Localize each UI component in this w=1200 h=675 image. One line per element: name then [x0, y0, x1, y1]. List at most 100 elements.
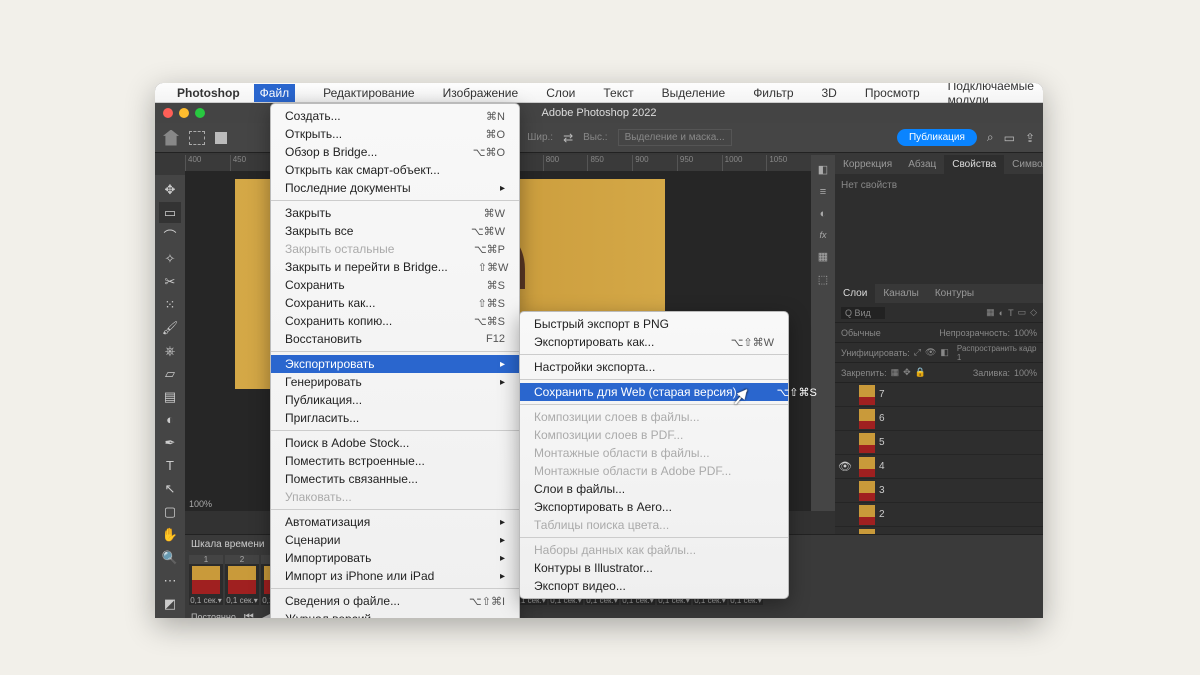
visibility-icon[interactable]: 👁 — [835, 460, 855, 473]
zoom-tool[interactable]: 🔍 — [159, 547, 181, 568]
history-icon[interactable]: ≡ — [820, 186, 826, 198]
layer-row[interactable]: 👁 4 — [835, 455, 1043, 479]
tab-Коррекция[interactable]: Коррекция — [835, 155, 900, 174]
dodge-tool[interactable]: ◐ — [159, 409, 181, 430]
color-swatch[interactable]: ◩ — [159, 593, 181, 614]
marquee-icon[interactable] — [189, 131, 205, 145]
filter-shape-icon[interactable]: ▭ — [1018, 307, 1027, 318]
menu-item[interactable]: Импортировать — [271, 549, 519, 567]
layer-row[interactable]: 2 — [835, 503, 1043, 527]
blend-mode[interactable]: Обычные — [841, 328, 881, 338]
eraser-tool[interactable]: ▱ — [159, 363, 181, 384]
menu-item[interactable]: Последние документы — [271, 179, 519, 197]
eyedropper-tool[interactable]: ⁙ — [159, 294, 181, 315]
menu-Фильтр[interactable]: Фильтр — [753, 86, 793, 100]
layer-row[interactable]: 3 — [835, 479, 1043, 503]
unify-vis-icon[interactable]: 👁 — [925, 347, 936, 358]
tab-Свойства[interactable]: Свойства — [944, 155, 1004, 174]
layer-row[interactable]: 7 — [835, 383, 1043, 407]
search-icon[interactable]: ⌕ — [987, 130, 994, 145]
menu-item[interactable]: Контуры в Illustrator... — [520, 559, 788, 577]
propagate-frame[interactable]: Распространить кадр 1 — [957, 344, 1037, 362]
lock-all-icon[interactable]: 🔒 — [915, 367, 926, 378]
close-window[interactable] — [163, 108, 173, 118]
crop-tool[interactable]: ✂ — [159, 271, 181, 292]
stamp-tool[interactable]: ⎈ — [159, 340, 181, 361]
menu-3D[interactable]: 3D — [822, 86, 837, 100]
menu-item[interactable]: Обзор в Bridge...⌥⌘O — [271, 143, 519, 161]
filter-smart-icon[interactable]: ◇ — [1030, 307, 1037, 318]
hand-tool[interactable]: ✋ — [159, 524, 181, 545]
mac-menubar[interactable]: Photoshop Файл Редактирование Изображение С… — [155, 83, 1043, 103]
tab-Слои[interactable]: Слои — [835, 284, 875, 303]
app-name[interactable]: Photoshop — [177, 86, 240, 100]
menu-item[interactable]: Сохранить копию...⌥⌘S — [271, 312, 519, 330]
wand-tool[interactable]: ✧ — [159, 248, 181, 269]
menu-item[interactable]: Открыть как смарт-объект... — [271, 161, 519, 179]
menu-item[interactable]: Импорт из iPhone или iPad — [271, 567, 519, 585]
lasso-tool[interactable]: ⌒ — [159, 225, 181, 246]
brush-tool[interactable]: 🖌 — [159, 317, 181, 338]
menu-item[interactable]: Автоматизация — [271, 513, 519, 531]
adjustments-icon[interactable]: ◐ — [820, 208, 827, 220]
lock-position-icon[interactable]: ✥ — [903, 367, 911, 378]
menu-item[interactable]: Журнал версий — [271, 610, 519, 618]
zoom-window[interactable] — [195, 108, 205, 118]
menu-item[interactable]: Экспорт видео... — [520, 577, 788, 595]
frame-1[interactable]: 10,1 сек.▾ — [189, 555, 223, 605]
minimize-window[interactable] — [179, 108, 189, 118]
menu-Редактирование[interactable]: Редактирование — [323, 86, 414, 100]
menu-Изображение[interactable]: Изображение — [443, 86, 519, 100]
frame-2[interactable]: 20,1 сек.▾ — [225, 555, 259, 605]
gradient-tool[interactable]: ▤ — [159, 386, 181, 407]
menu-item[interactable]: Экспортировать как...⌥⇧⌘W — [520, 333, 788, 351]
workspace-icon[interactable]: ▭ — [1004, 131, 1015, 145]
more-tools[interactable]: ⋯ — [159, 570, 181, 591]
shape-tool[interactable]: ▢ — [159, 501, 181, 522]
menu-Слои[interactable]: Слои — [546, 86, 575, 100]
styles-icon[interactable]: ⬚ — [818, 273, 828, 286]
filter-type-icon[interactable]: T — [1008, 308, 1014, 318]
menu-item[interactable]: Генерировать — [271, 373, 519, 391]
menu-Текст[interactable]: Текст — [603, 86, 633, 100]
menu-Просмотр[interactable]: Просмотр — [865, 86, 920, 100]
path-tool[interactable]: ↖ — [159, 478, 181, 499]
color-icon[interactable]: ◧ — [818, 163, 828, 176]
fx-icon[interactable]: fx — [819, 230, 826, 240]
type-tool[interactable]: T — [159, 455, 181, 476]
menu-item[interactable]: Создать...⌘N — [271, 107, 519, 125]
first-frame-icon[interactable]: ⏮ — [244, 611, 254, 619]
unify-pos-icon[interactable]: ⤢ — [914, 347, 921, 358]
menu-Выделение[interactable]: Выделение — [662, 86, 726, 100]
pen-tool[interactable]: ✒ — [159, 432, 181, 453]
swap-icon[interactable]: ⇄ — [563, 131, 573, 145]
unify-style-icon[interactable]: ◧ — [940, 347, 949, 358]
menu-Файл[interactable]: Файл — [254, 84, 296, 102]
menu-item[interactable]: Поместить встроенные... — [271, 452, 519, 470]
menu-item[interactable]: Экспортировать — [271, 355, 519, 373]
menu-item[interactable]: Сценарии — [271, 531, 519, 549]
opacity-value[interactable]: 100% — [1014, 328, 1037, 338]
menu-item[interactable]: Слои в файлы... — [520, 480, 788, 498]
menu-item[interactable]: ВосстановитьF12 — [271, 330, 519, 348]
share-icon[interactable]: ⇪ — [1025, 131, 1035, 145]
filter-adjust-icon[interactable]: ◐ — [999, 308, 1004, 318]
menu-item[interactable]: Настройки экспорта... — [520, 358, 788, 376]
menu-item[interactable]: Экспортировать в Aero... — [520, 498, 788, 516]
tab-Абзац[interactable]: Абзац — [900, 155, 944, 174]
layer-row[interactable]: 5 — [835, 431, 1043, 455]
menu-item[interactable]: Поиск в Adobe Stock... — [271, 434, 519, 452]
fill-icon[interactable] — [215, 132, 227, 144]
menu-item[interactable]: Закрыть⌘W — [271, 204, 519, 222]
loop-select[interactable]: Постоянно — [191, 612, 236, 618]
fill-value[interactable]: 100% — [1014, 368, 1037, 378]
menu-item[interactable]: Сведения о файле...⌥⇧⌘I — [271, 592, 519, 610]
menu-item[interactable]: Сохранить⌘S — [271, 276, 519, 294]
layer-row[interactable]: 6 — [835, 407, 1043, 431]
marquee-tool[interactable]: ▭ — [159, 202, 181, 223]
lock-pixels-icon[interactable]: ▦ — [891, 367, 900, 378]
tab-Каналы[interactable]: Каналы — [875, 284, 927, 303]
move-tool[interactable]: ✥ — [159, 179, 181, 200]
tab-Контуры[interactable]: Контуры — [927, 284, 982, 303]
menu-item[interactable]: Пригласить... — [271, 409, 519, 427]
